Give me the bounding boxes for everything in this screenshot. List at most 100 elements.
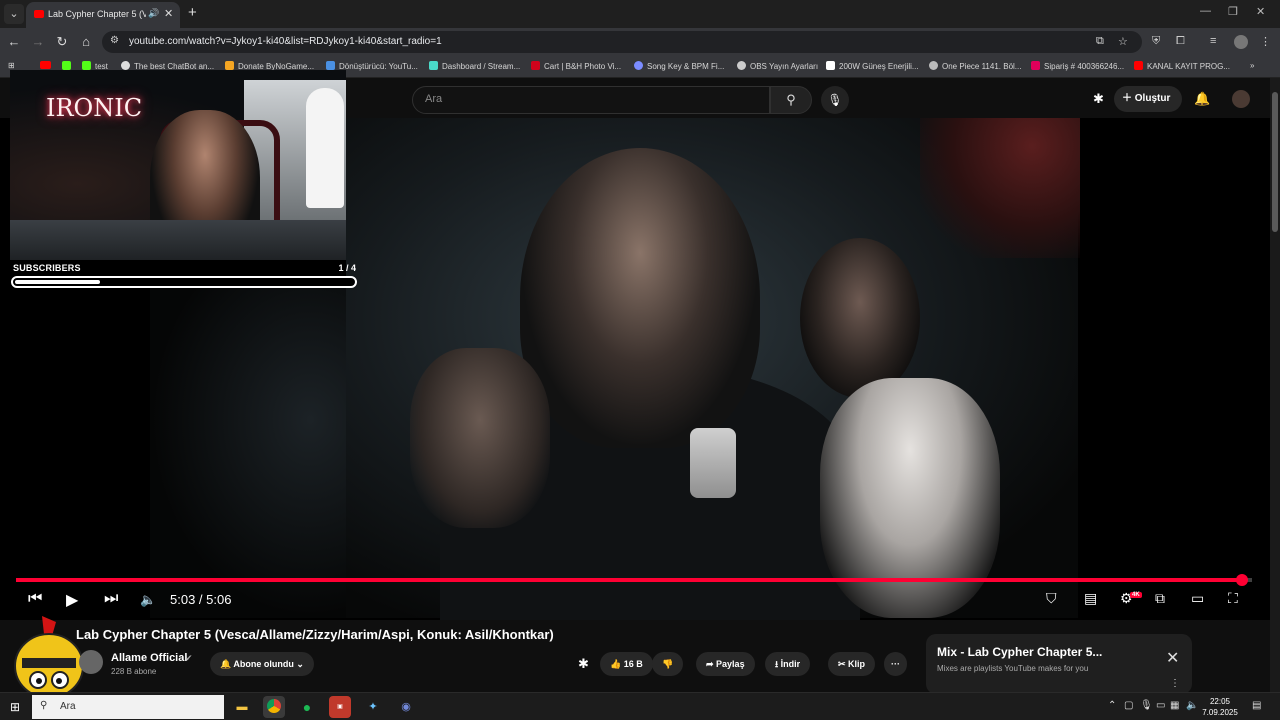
voice-search-button[interactable]: 🎙 [821,86,849,114]
tray-volume-icon[interactable]: 🔈 [1186,700,1198,711]
new-tab-button[interactable]: + [188,4,197,21]
apps-grid-icon[interactable]: ⊞ [8,61,15,70]
minimize-icon[interactable]: — [1200,5,1211,17]
spotify-icon[interactable]: ● [296,696,318,718]
file-explorer-icon[interactable]: ▬ [231,696,253,718]
theater-mode-icon[interactable]: ▭ [1191,590,1204,607]
tray-device-icon[interactable]: ▭ [1156,700,1165,711]
mix-playlist-card[interactable]: Mix - Lab Cypher Chapter 5... Mixes are … [926,634,1192,694]
reload-icon[interactable]: ↻ [54,34,70,50]
taskbar-search-placeholder: Ara [60,701,76,712]
fullscreen-icon[interactable]: ⛶ [1228,590,1238,607]
next-icon[interactable]: ⏭ [104,590,118,608]
bookmark-item[interactable]: Cart | B&H Photo Vi... [531,61,621,71]
url-text[interactable]: youtube.com/watch?v=Jykoy1-ki40&list=RDJ… [129,36,442,47]
network-app-icon[interactable]: ✦ [362,696,384,718]
clip-button[interactable]: ✂ Klip [828,652,876,676]
verified-icon: ✔ [185,653,193,663]
more-actions-button[interactable]: ··· [884,652,907,676]
forward-icon[interactable]: → [30,34,46,49]
like-button[interactable]: 👍 16 B [600,652,653,676]
subscribers-goal-bar [11,276,357,288]
tray-app-icon[interactable]: ▢ [1124,700,1133,711]
window-close-icon[interactable]: ✕ [1256,5,1265,18]
progress-bar[interactable] [16,578,1252,582]
bookmark-item[interactable]: OBS Yayın Ayarları [737,61,818,71]
channel-name[interactable]: Allame Official [111,652,187,664]
subscribers-goal-count: 1 / 4 [338,263,356,273]
notifications-bell-icon[interactable]: 🔔 [1194,91,1210,107]
home-icon[interactable]: ⌂ [78,34,94,49]
voice-app-icon[interactable]: ▣ [329,696,351,718]
maximize-icon[interactable]: ❐ [1228,5,1238,18]
subscribed-button[interactable]: 🔔 Abone olundu ⌄ [210,652,314,676]
create-label: Oluştur [1134,93,1171,104]
install-app-icon[interactable]: ⧉ [1096,35,1104,48]
subtitles-icon[interactable]: ▤ [1084,590,1097,607]
media-controls-icon[interactable]: ≡ [1210,35,1216,47]
more-bookmarks-icon[interactable]: » [1250,61,1254,70]
shield-play-icon[interactable]: ⛉ [1046,590,1057,607]
video-side-person [820,378,1000,618]
dislike-button[interactable]: 👎 [652,652,684,676]
subscribers-goal-label: SUBSCRIBERS [13,263,81,273]
search-input[interactable]: Ara [412,86,770,114]
progress-scrubber[interactable] [1236,574,1248,586]
bookmark-item[interactable]: 200W Güneş Enerjili... [826,61,919,71]
share-arrow-icon: ➦ [706,659,717,669]
volume-icon[interactable]: 🔈 [140,592,156,608]
download-button[interactable]: ⭳ İndir [765,652,811,676]
chrome-icon[interactable] [263,696,285,718]
previous-icon[interactable]: ⏮ [28,590,42,608]
search-button[interactable]: ⚲ [770,86,812,114]
channel-avatar[interactable] [79,650,103,674]
scissors-icon: ✂ [838,659,849,669]
extension-puzzle-icon[interactable]: ✱ [578,656,589,672]
webcam-ghost-figure [306,88,344,208]
miniplayer-icon[interactable]: ⧉ [1155,590,1165,607]
bookmark-item[interactable]: One Piece 1141. Böl... [929,61,1021,71]
tray-mic-icon[interactable]: 🎙 [1140,700,1153,711]
site-info-icon[interactable]: ⚙ [110,35,119,46]
tray-network-icon[interactable]: ▦ [1170,700,1179,711]
discord-icon[interactable]: ◉ [395,696,417,718]
tab-close-icon[interactable]: ✕ [164,7,173,20]
more-vertical-icon[interactable]: ⋮ [1170,678,1180,689]
speaker-icon[interactable]: 🔊 [148,8,159,19]
extensions-icon[interactable]: ⧠ [1176,35,1185,48]
tray-chevron-icon[interactable]: ⌃ [1108,700,1116,711]
tab-search-button[interactable]: ⌄ [4,4,24,24]
taskbar-clock[interactable]: 22:05 7.09.2025 [1200,696,1240,718]
share-button[interactable]: ➦ Paylaş [696,652,755,676]
back-icon[interactable]: ← [6,34,22,49]
browser-menu-icon[interactable]: ⋮ [1260,35,1271,48]
neon-sign: IRONIC [46,94,143,122]
extension-puzzle-icon[interactable]: ✱ [1093,91,1104,107]
bookmark-item[interactable]: Sipariş # 400366246... [1031,61,1124,71]
close-icon[interactable]: ✕ [1166,648,1179,668]
page-scrollbar-thumb[interactable] [1272,92,1278,232]
video-title: Lab Cypher Chapter 5 (Vesca/Allame/Zizzy… [76,627,554,642]
video-rapper-hand [410,348,550,528]
profile-avatar[interactable] [1234,35,1248,49]
bookmark-item[interactable]: Song Key & BPM Fi... [634,61,724,71]
clock-date: 7.09.2025 [1202,708,1238,717]
bookmark-star-icon[interactable]: ☆ [1118,35,1128,48]
user-avatar[interactable] [1232,90,1250,108]
bookmark-item[interactable]: KANAL KAYIT PROG... [1134,61,1230,71]
clock-time: 22:05 [1209,697,1231,706]
browser-toolbar: ← → ↻ ⌂ ⚙ youtube.com/watch?v=Jykoy1-ki4… [0,28,1280,56]
quality-badge: 4K [1130,592,1142,598]
video-rapper-head [520,148,760,448]
windows-start-icon[interactable]: ⊞ [10,700,20,714]
taskbar-search[interactable]: ⚲ Ara [32,695,224,719]
notifications-icon[interactable]: ▤ [1252,700,1261,711]
address-bar[interactable]: ⚙ youtube.com/watch?v=Jykoy1-ki40&list=R… [102,31,1142,53]
bookmark-item[interactable] [40,61,55,70]
create-button[interactable]: ＋ Oluştur [1114,86,1182,112]
youtube-favicon-icon [34,10,44,18]
play-icon[interactable]: ▶ [66,590,78,610]
bookmark-item[interactable]: Dashboard / Stream... [429,61,520,71]
shield-extension-icon[interactable]: ⛨ [1152,35,1160,48]
browser-tab[interactable]: Lab Cypher Chapter 5 (Vesc 🔊 ✕ [26,2,180,28]
